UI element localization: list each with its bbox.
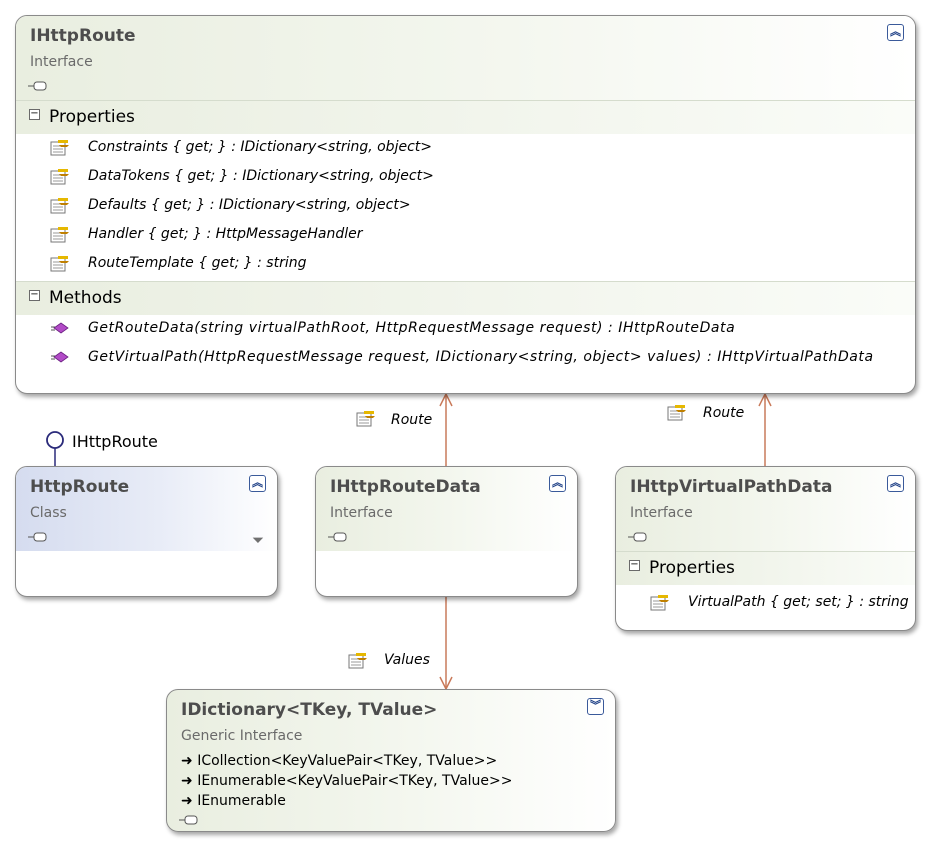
idictionary-shape[interactable]: IDictionary<TKey, TValue> Generic Interf… xyxy=(166,689,616,832)
property-text: Constraints { get; } : IDictionary<strin… xyxy=(88,139,432,155)
inherit-arrow-icon: ➜ xyxy=(181,753,198,769)
interface-minicon xyxy=(328,532,347,542)
ihttproutedata-header: IHttpRouteData Interface ︽ xyxy=(316,467,577,551)
ihttproutedata-title: IHttpRouteData xyxy=(330,477,481,497)
route-label-2: Route xyxy=(703,405,745,421)
property-icon xyxy=(50,256,69,272)
property-text: VirtualPath { get; set; } : string xyxy=(688,594,909,610)
httproute-header: HttpRoute Class ︽ ⏷ xyxy=(16,467,277,551)
collapse-toggle-icon[interactable]: − xyxy=(29,109,40,120)
property-text: RouteTemplate { get; } : string xyxy=(88,255,307,271)
properties-section-header[interactable]: − Properties xyxy=(16,100,915,134)
collapse-icon[interactable]: ︽ xyxy=(249,475,266,492)
method-icon xyxy=(51,351,69,363)
expand-icon[interactable]: ︾ xyxy=(587,698,604,715)
property-item[interactable]: RouteTemplate { get; } : string xyxy=(16,250,915,279)
properties-label: Properties xyxy=(649,558,735,578)
interface-minicon xyxy=(179,815,198,825)
method-icon xyxy=(51,322,69,334)
ihttpvirtualpathdata-kind: Interface xyxy=(630,505,693,521)
collapse-icon[interactable]: ︽ xyxy=(887,475,904,492)
inherits-item: ➜ ICollection<KeyValuePair<TKey, TValue>… xyxy=(181,753,498,769)
ihttproutedata-kind: Interface xyxy=(330,505,393,521)
property-item[interactable]: DataTokens { get; } : IDictionary<string… xyxy=(16,163,915,192)
collapse-toggle-icon[interactable]: − xyxy=(629,560,640,571)
interface-minicon xyxy=(628,532,647,542)
property-icon xyxy=(50,169,69,185)
values-property-icon xyxy=(348,653,367,669)
idictionary-kind: Generic Interface xyxy=(181,728,303,744)
methods-label: Methods xyxy=(49,288,122,308)
ihttpvirtualpathdata-title: IHttpVirtualPathData xyxy=(630,477,833,497)
inherit-arrow-icon: ➜ xyxy=(181,793,198,809)
inherits-item: ➜ IEnumerable<KeyValuePair<TKey, TValue>… xyxy=(181,773,513,789)
method-text: GetVirtualPath(HttpRequestMessage reques… xyxy=(88,349,874,365)
methods-section-header[interactable]: − Methods xyxy=(16,281,915,315)
interface-minicon xyxy=(28,81,47,91)
property-icon xyxy=(50,227,69,243)
properties-section-header[interactable]: − Properties xyxy=(616,551,915,585)
property-text: Handler { get; } : HttpMessageHandler xyxy=(88,226,363,242)
ihttproute-kind: Interface xyxy=(30,54,93,70)
property-text: DataTokens { get; } : IDictionary<string… xyxy=(88,168,434,184)
ihttproute-title: IHttpRoute xyxy=(30,26,136,46)
inherits-item: ➜ IEnumerable xyxy=(181,793,286,809)
ihttproute-shape[interactable]: IHttpRoute Interface ︽ − Properties Cons… xyxy=(15,15,916,394)
idictionary-title: IDictionary<TKey, TValue> xyxy=(181,700,438,720)
ihttproute-header: IHttpRoute Interface ︽ xyxy=(16,16,915,100)
collapse-toggle-icon[interactable]: − xyxy=(29,290,40,301)
lollipop-circle[interactable] xyxy=(46,431,64,449)
class-minicon xyxy=(28,532,47,542)
method-item[interactable]: GetVirtualPath(HttpRequestMessage reques… xyxy=(16,344,915,373)
property-item[interactable]: Constraints { get; } : IDictionary<strin… xyxy=(16,134,915,163)
property-text: Defaults { get; } : IDictionary<string, … xyxy=(88,197,411,213)
property-item[interactable]: Handler { get; } : HttpMessageHandler xyxy=(16,221,915,250)
property-icon xyxy=(50,198,69,214)
inherit-arrow-icon: ➜ xyxy=(181,773,198,789)
method-text: GetRouteData(string virtualPathRoot, Htt… xyxy=(88,320,736,336)
collapse-icon[interactable]: ︽ xyxy=(887,24,904,41)
lollipop-label: IHttpRoute xyxy=(72,432,158,451)
property-icon xyxy=(50,140,69,156)
httproute-kind: Class xyxy=(30,505,67,521)
httproute-shape[interactable]: HttpRoute Class ︽ ⏷ xyxy=(15,466,278,597)
filter-icon[interactable]: ⏷ xyxy=(252,531,264,549)
method-item[interactable]: GetRouteData(string virtualPathRoot, Htt… xyxy=(16,315,915,344)
property-item[interactable]: Defaults { get; } : IDictionary<string, … xyxy=(16,192,915,221)
property-item[interactable]: VirtualPath { get; set; } : string xyxy=(616,589,915,618)
route-property-icon-1 xyxy=(356,411,375,427)
values-label: Values xyxy=(384,652,430,668)
methods-list: GetRouteData(string virtualPathRoot, Htt… xyxy=(16,315,915,373)
httproute-title: HttpRoute xyxy=(30,477,130,497)
route-property-icon-2 xyxy=(667,405,686,421)
property-icon xyxy=(650,595,669,611)
collapse-icon[interactable]: ︽ xyxy=(549,475,566,492)
properties-list: Constraints { get; } : IDictionary<strin… xyxy=(16,134,915,279)
properties-label: Properties xyxy=(49,107,135,127)
ihttpvirtualpathdata-header: IHttpVirtualPathData Interface ︽ xyxy=(616,467,915,551)
ihttproutedata-shape[interactable]: IHttpRouteData Interface ︽ xyxy=(315,466,578,597)
ihttpvirtualpathdata-shape[interactable]: IHttpVirtualPathData Interface ︽ − Prope… xyxy=(615,466,916,631)
route-label-1: Route xyxy=(391,412,433,428)
